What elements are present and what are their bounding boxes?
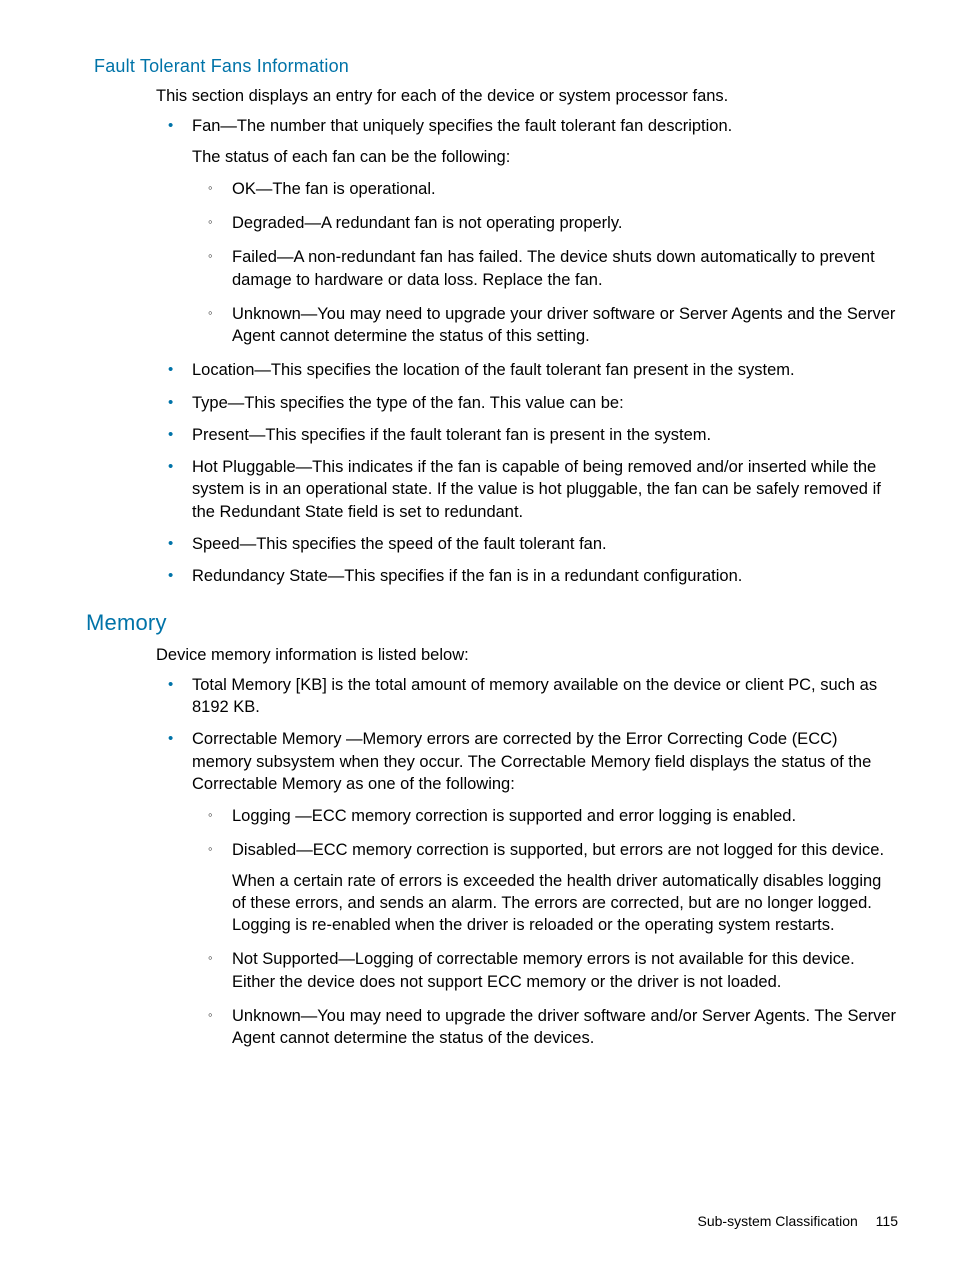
sub-list-item: Not Supported—Logging of correctable mem… — [196, 948, 898, 993]
list-memory: Total Memory [KB] is the total amount of… — [156, 674, 898, 1050]
heading-memory: Memory — [86, 610, 898, 636]
list-item-text: Unknown—You may need to upgrade your dri… — [232, 305, 895, 345]
sub-list-item: Disabled—ECC memory correction is suppor… — [196, 839, 898, 936]
list-item-text: Fan—The number that uniquely specifies t… — [192, 117, 732, 135]
list-item-text: Logging —ECC memory correction is suppor… — [232, 807, 796, 825]
list-item: Hot Pluggable—This indicates if the fan … — [156, 456, 898, 523]
list-item-text: Not Supported—Logging of correctable mem… — [232, 950, 855, 990]
page-footer: Sub-system Classification 115 — [698, 1213, 899, 1229]
list-fault-tolerant-fans: Fan—The number that uniquely specifies t… — [156, 115, 898, 587]
sub-list: Logging —ECC memory correction is suppor… — [196, 805, 898, 1049]
list-item: Total Memory [KB] is the total amount of… — [156, 674, 898, 719]
list-item: Location—This specifies the location of … — [156, 359, 898, 381]
footer-title: Sub-system Classification — [698, 1213, 858, 1229]
sub-list-item: Unknown—You may need to upgrade the driv… — [196, 1005, 898, 1050]
list-item-text: Redundancy State—This specifies if the f… — [192, 567, 742, 585]
list-item: Speed—This specifies the speed of the fa… — [156, 533, 898, 555]
list-item-text: Unknown—You may need to upgrade the driv… — [232, 1007, 896, 1047]
sub-list-item: Unknown—You may need to upgrade your dri… — [196, 303, 898, 348]
sub-list-item: OK—The fan is operational. — [196, 178, 898, 200]
list-item-text: Speed—This specifies the speed of the fa… — [192, 535, 607, 553]
list-item-text: Correctable Memory —Memory errors are co… — [192, 730, 871, 793]
list-item-text: Failed—A non-redundant fan has failed. T… — [232, 248, 875, 288]
list-item-text: Disabled—ECC memory correction is suppor… — [232, 841, 884, 859]
heading-fault-tolerant-fans: Fault Tolerant Fans Information — [94, 56, 898, 77]
list-item-text: OK—The fan is operational. — [232, 180, 436, 198]
footer-page-number: 115 — [876, 1213, 898, 1229]
list-item-extra: When a certain rate of errors is exceede… — [232, 870, 898, 937]
list-item-extra: The status of each fan can be the follow… — [192, 146, 898, 168]
sub-list-item: Failed—A non-redundant fan has failed. T… — [196, 246, 898, 291]
sub-list-item: Degraded—A redundant fan is not operatin… — [196, 212, 898, 234]
document-page: Fault Tolerant Fans Information This sec… — [0, 0, 954, 1271]
list-item-text: Location—This specifies the location of … — [192, 361, 795, 379]
list-item: Correctable Memory —Memory errors are co… — [156, 728, 898, 1049]
list-item: Type—This specifies the type of the fan.… — [156, 392, 898, 414]
list-item-text: Degraded—A redundant fan is not operatin… — [232, 214, 622, 232]
list-item-text: Present—This specifies if the fault tole… — [192, 426, 711, 444]
list-item: Redundancy State—This specifies if the f… — [156, 565, 898, 587]
list-item-text: Hot Pluggable—This indicates if the fan … — [192, 458, 881, 521]
list-item-text: Total Memory [KB] is the total amount of… — [192, 676, 877, 716]
sub-list-item: Logging —ECC memory correction is suppor… — [196, 805, 898, 827]
list-item: Fan—The number that uniquely specifies t… — [156, 115, 898, 347]
list-item: Present—This specifies if the fault tole… — [156, 424, 898, 446]
list-item-text: Type—This specifies the type of the fan.… — [192, 394, 624, 412]
sub-list: OK—The fan is operational. Degraded—A red… — [196, 178, 898, 348]
intro-fault-tolerant-fans: This section displays an entry for each … — [156, 85, 898, 107]
intro-memory: Device memory information is listed belo… — [156, 644, 898, 666]
